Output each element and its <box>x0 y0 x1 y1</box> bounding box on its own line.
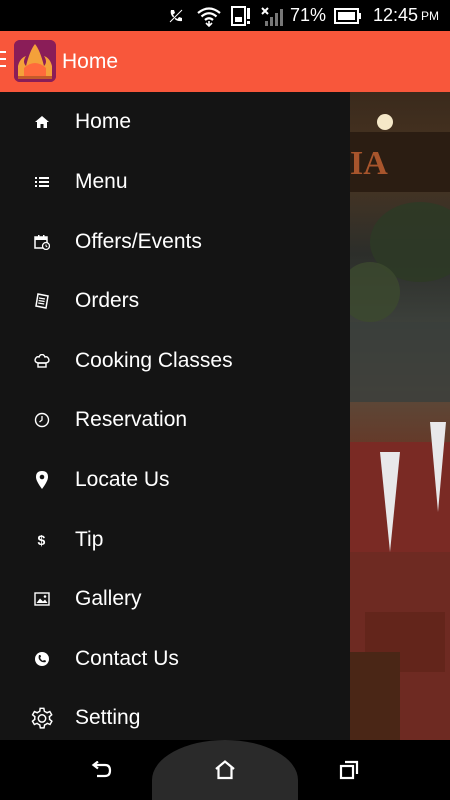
calendar-icon <box>30 230 54 254</box>
receipt-icon <box>30 289 54 313</box>
drawer-item-label: Gallery <box>75 586 142 610</box>
clock: 12:45 PM <box>366 0 446 31</box>
app-logo[interactable] <box>14 40 56 82</box>
signal-icon <box>258 0 288 31</box>
battery-icon <box>333 0 363 31</box>
drawer-item-locate-us[interactable]: Locate Us <box>0 450 350 509</box>
image-icon <box>30 587 54 611</box>
wifi-icon <box>194 0 224 31</box>
drawer-item-setting[interactable]: Setting <box>0 688 350 747</box>
drawer-item-label: Cooking Classes <box>75 348 233 372</box>
drawer-item-gallery[interactable]: Gallery <box>0 569 350 628</box>
drawer-item-label: Locate Us <box>75 467 170 491</box>
drawer-item-label: Reservation <box>75 407 188 431</box>
system-nav-bar <box>0 740 450 800</box>
map-pin-icon <box>30 468 54 492</box>
drawer-item-offers-events[interactable]: Offers/Events <box>0 212 350 271</box>
drawer-item-contact-us[interactable]: Contact Us <box>0 629 350 688</box>
navigation-drawer: Home Menu Offers/Events Orders Cooking C… <box>0 92 350 740</box>
svg-text:IA: IA <box>350 145 388 182</box>
drawer-item-label: Menu <box>75 169 128 193</box>
page-title: Home <box>62 50 119 73</box>
drawer-item-label: Home <box>75 109 132 133</box>
drawer-item-reservation[interactable]: Reservation <box>0 390 350 449</box>
back-icon[interactable] <box>86 755 116 785</box>
svg-text:$: $ <box>38 532 46 548</box>
storage-alert-icon <box>229 0 253 31</box>
clock-time: 12:45 <box>372 5 419 25</box>
recent-apps-icon[interactable] <box>334 755 364 785</box>
drawer-item-label: Contact Us <box>75 646 179 670</box>
drawer-item-home[interactable]: Home <box>0 92 350 151</box>
app-bar: Home <box>0 31 450 92</box>
gear-icon <box>30 706 54 730</box>
phone-icon <box>30 647 54 671</box>
drawer-item-label: Setting <box>75 705 141 729</box>
phone-muted-icon <box>165 0 187 31</box>
drawer-item-label: Tip <box>75 527 104 551</box>
drawer-item-orders[interactable]: Orders <box>0 271 350 330</box>
drawer-item-label: Offers/Events <box>75 229 202 253</box>
home-icon <box>30 110 54 134</box>
dollar-icon: $ <box>30 528 54 552</box>
drawer-toggle-icon[interactable] <box>0 51 6 71</box>
restaurant-photo: IA <box>350 92 450 740</box>
drawer-item-menu[interactable]: Menu <box>0 152 350 211</box>
clock-ampm: PM <box>421 8 440 23</box>
chef-hat-icon <box>30 349 54 373</box>
list-icon <box>30 170 54 194</box>
home-icon-button[interactable] <box>210 755 240 785</box>
battery-percent: 71% <box>289 5 327 25</box>
drawer-item-cooking-classes[interactable]: Cooking Classes <box>0 331 350 390</box>
drawer-item-label: Orders <box>75 288 140 312</box>
drawer-item-tip[interactable]: $ Tip <box>0 510 350 569</box>
clock-icon <box>30 408 54 432</box>
status-bar: 71% 12:45 PM <box>0 0 450 31</box>
